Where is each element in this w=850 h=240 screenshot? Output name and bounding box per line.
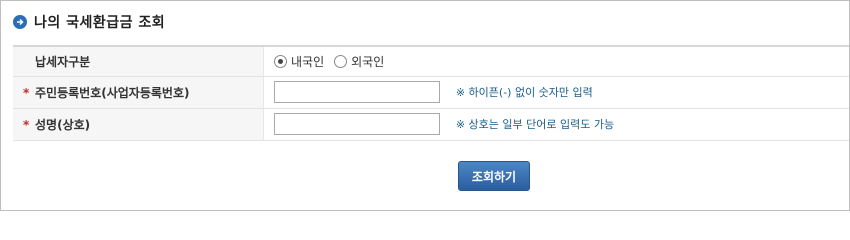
name-row: * 성명(상호) ※ 상호는 일부 단어로 입력도 가능 — [13, 108, 849, 140]
taxpayer-type-label: 납세자구분 — [35, 54, 91, 69]
name-cell: ※ 상호는 일부 단어로 입력도 가능 — [264, 108, 850, 140]
name-input[interactable] — [274, 113, 440, 135]
page-title: 나의 국세환급금 조회 — [34, 15, 166, 31]
name-label-cell: * 성명(상호) — [13, 108, 264, 140]
radio-foreigner-label: 외국인 — [351, 54, 385, 69]
radio-domestic[interactable]: 내국인 — [274, 53, 324, 70]
radio-foreigner[interactable]: 외국인 — [334, 53, 384, 70]
resident-number-row: * 주민등록번호(사업자등록번호) ※ 하이픈(-) 없이 숫자만 입력 — [13, 76, 849, 108]
inquiry-form: 납세자구분 내국인 외국인 * 주민등록번호(사업자등록번호) ※ 하이픈(-)… — [13, 45, 849, 141]
required-mark: * — [23, 117, 30, 132]
taxpayer-type-label-cell: 납세자구분 — [13, 46, 264, 76]
required-mark: * — [23, 85, 30, 100]
resident-number-cell: ※ 하이픈(-) 없이 숫자만 입력 — [264, 76, 850, 108]
radio-domestic-label: 내국인 — [291, 54, 325, 69]
panel-header: 나의 국세환급금 조회 — [13, 12, 165, 32]
refund-inquiry-panel: 나의 국세환급금 조회 납세자구분 내국인 외국인 * 주민등록번호(사업자등록… — [0, 0, 850, 211]
resident-number-label-cell: * 주민등록번호(사업자등록번호) — [13, 76, 264, 108]
resident-number-hint: ※ 하이픈(-) 없이 숫자만 입력 — [455, 86, 593, 99]
radio-domestic-button[interactable] — [274, 54, 287, 68]
radio-foreigner-button[interactable] — [334, 54, 348, 68]
inquiry-submit-button[interactable]: 조회하기 — [458, 161, 530, 191]
resident-number-label: 주민등록번호(사업자등록번호) — [35, 85, 190, 100]
name-label: 성명(상호) — [35, 117, 91, 132]
resident-number-input[interactable] — [274, 81, 440, 103]
arrow-right-circle-icon — [13, 15, 27, 29]
taxpayer-type-cell: 내국인 외국인 — [264, 46, 850, 76]
taxpayer-type-row: 납세자구분 내국인 외국인 — [13, 46, 849, 76]
name-hint: ※ 상호는 일부 단어로 입력도 가능 — [455, 118, 615, 131]
taxpayer-type-radio-group: 내국인 외국인 — [274, 53, 849, 70]
